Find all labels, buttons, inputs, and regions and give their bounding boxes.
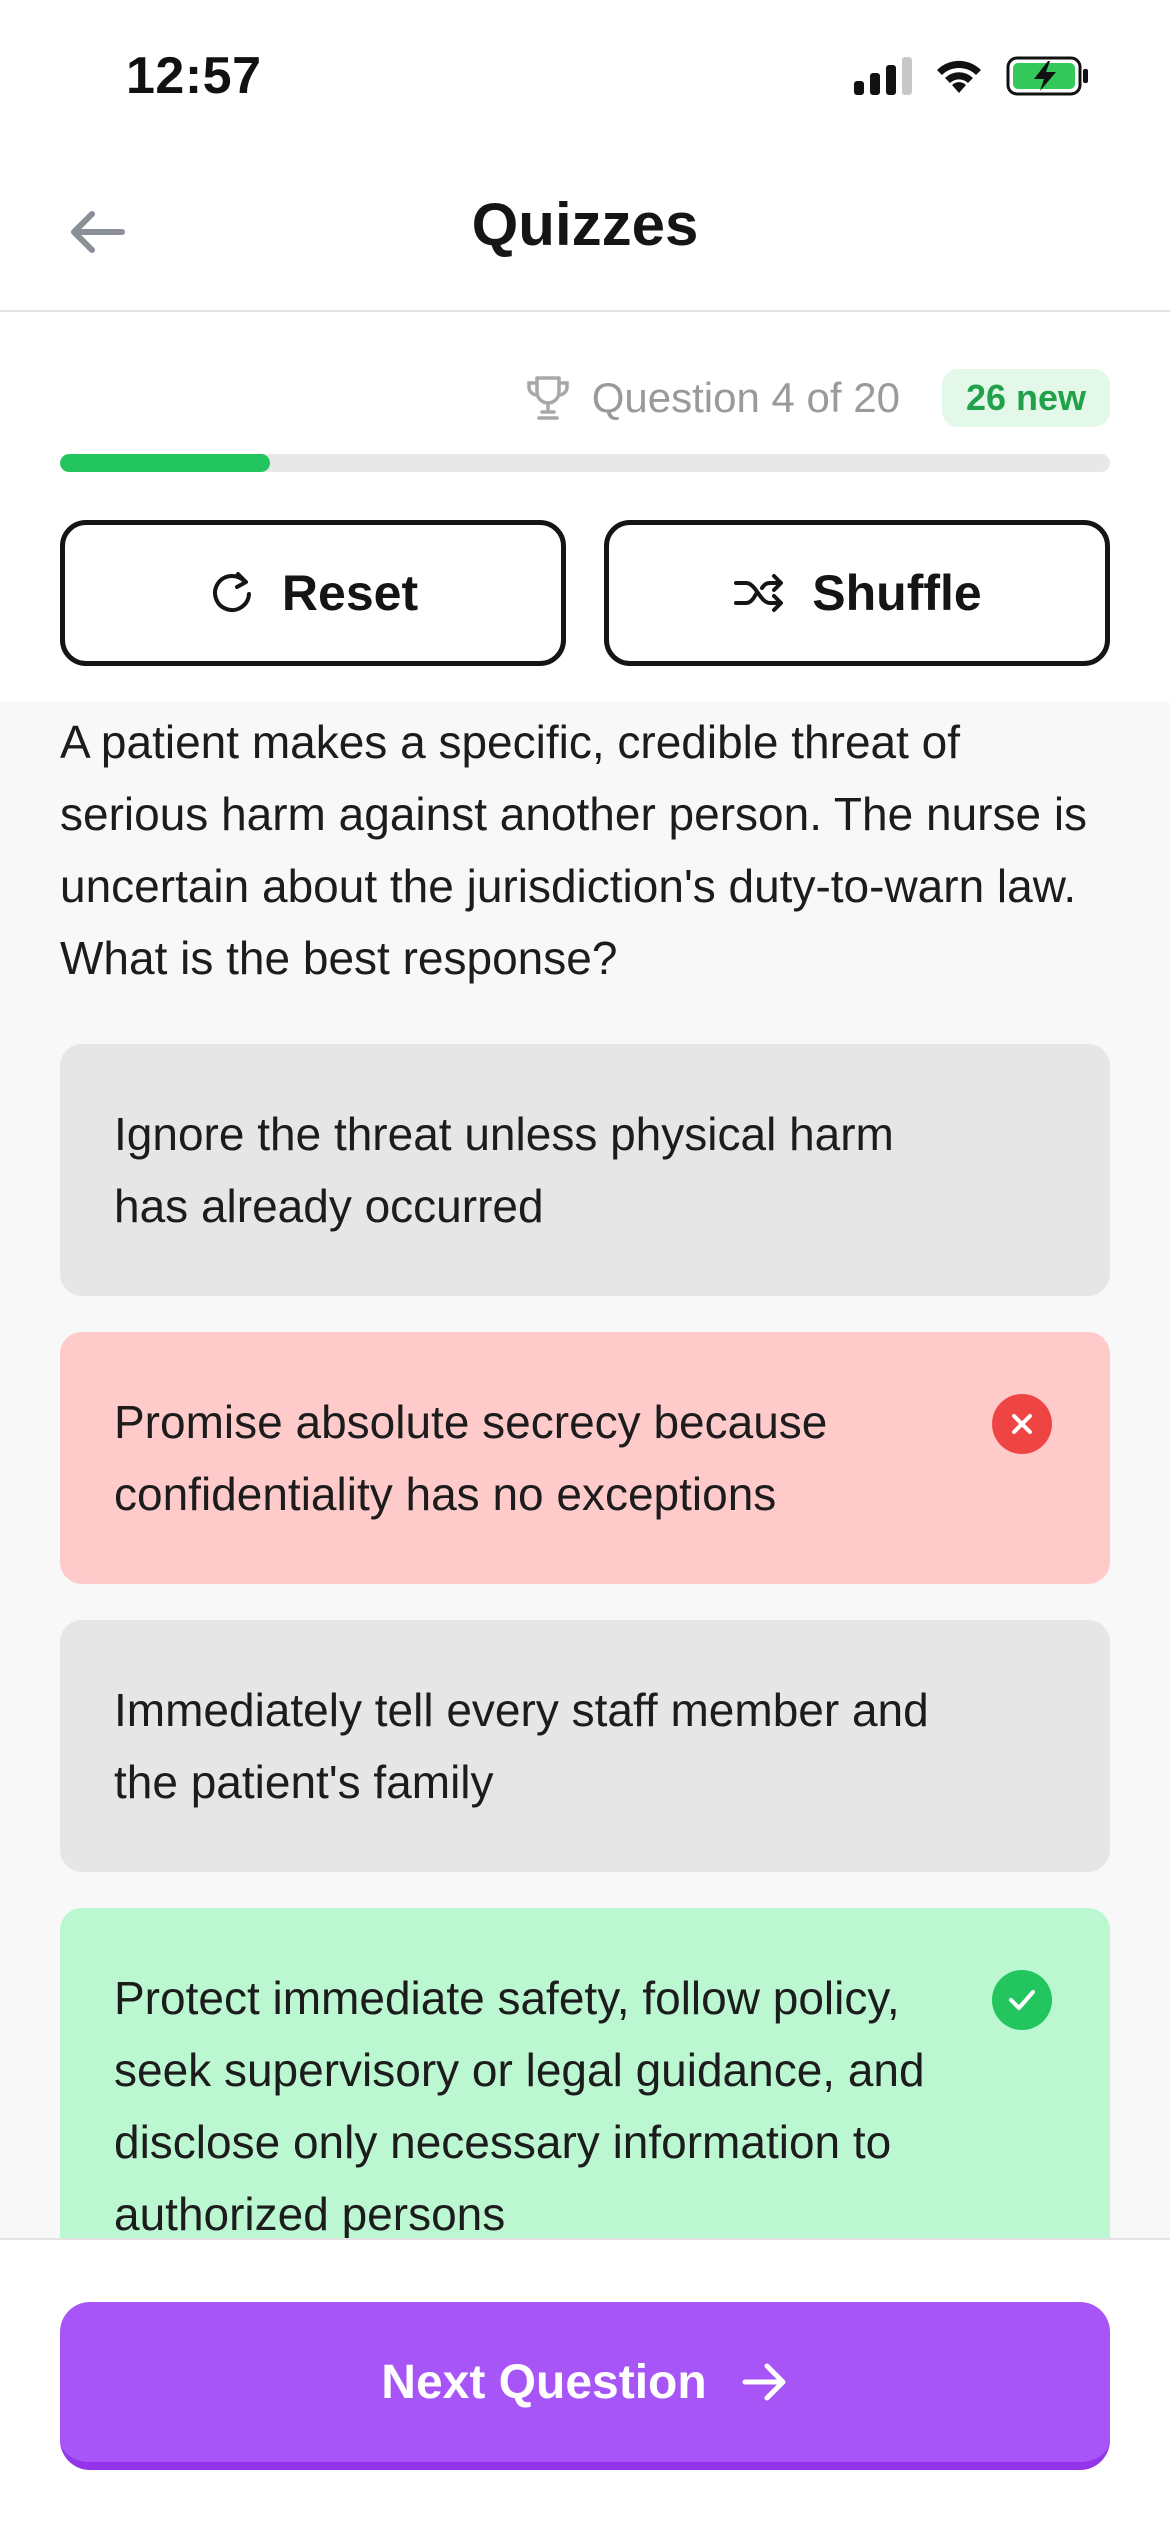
answer-option-text: Immediately tell every staff member and … (114, 1684, 929, 1808)
shuffle-button[interactable]: Shuffle (604, 520, 1110, 666)
status-bar: 12:57 (0, 0, 1170, 150)
trophy-icon (526, 376, 569, 420)
answer-option-text: Ignore the threat unless physical harm h… (114, 1108, 894, 1232)
refresh-icon (212, 572, 251, 612)
question-counter: Question 4 of 20 (591, 374, 900, 421)
cellular-signal-icon (854, 57, 912, 95)
progress-panel: Question 4 of 20 26 new Reset Shuffle (0, 314, 1170, 702)
answer-option[interactable]: Immediately tell every staff member and … (60, 1620, 1110, 1872)
check-icon (992, 1970, 1052, 2030)
answer-option-text: Promise absolute secrecy because confide… (114, 1396, 828, 1520)
question-text: A patient makes a specific, credible thr… (60, 716, 1088, 984)
footer: Next Question (0, 2238, 1170, 2532)
header: Quizzes (0, 150, 1170, 312)
close-icon (992, 1394, 1052, 1454)
page-title: Quizzes (471, 191, 699, 258)
answer-option[interactable]: Ignore the threat unless physical harm h… (60, 1044, 1110, 1296)
progress-bar (60, 454, 1110, 472)
reset-button[interactable]: Reset (60, 520, 566, 666)
answer-option-wrong[interactable]: Promise absolute secrecy because confide… (60, 1332, 1110, 1584)
status-time: 12:57 (126, 47, 262, 105)
next-question-label: Next Question (381, 2355, 707, 2409)
shuffle-icon (734, 574, 784, 612)
progress-bar-fill (60, 454, 270, 472)
quiz-content[interactable]: A patient makes a specific, credible thr… (0, 702, 1170, 2238)
next-question-button[interactable]: Next Question (60, 2302, 1110, 2470)
answer-option-correct[interactable]: Protect immediate safety, follow policy,… (60, 1908, 1110, 2238)
battery-charging-icon (1006, 56, 1088, 96)
new-badge: 26 new (941, 369, 1110, 427)
arrow-right-icon (742, 2363, 786, 2401)
shuffle-label: Shuffle (812, 565, 982, 621)
reset-label: Reset (281, 565, 419, 621)
status-icons (854, 56, 1090, 96)
wifi-icon (937, 60, 981, 93)
question-counter-row: Question 4 of 20 26 new (522, 369, 1110, 427)
answer-option-text: Protect immediate safety, follow policy,… (114, 1972, 925, 2238)
